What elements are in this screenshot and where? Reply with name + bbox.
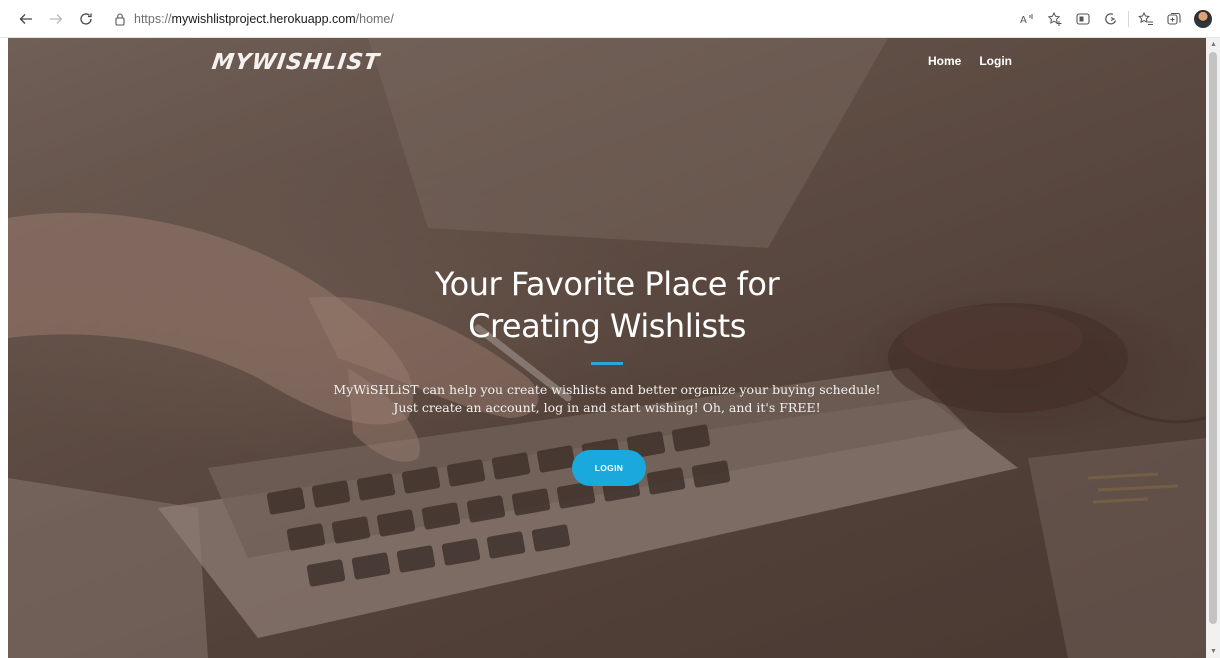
address-bar[interactable]: https://mywishlistproject.herokuapp.com/… <box>102 6 992 32</box>
favorites-bar-icon[interactable] <box>1132 9 1160 29</box>
url-text: https://mywishlistproject.herokuapp.com/… <box>134 12 394 26</box>
url-path: /home/ <box>355 12 394 26</box>
split-screen-icon[interactable] <box>1069 9 1097 29</box>
url-prefix: https:// <box>134 12 172 26</box>
browser-toolbar-icons: A <box>1013 9 1212 29</box>
browser-toolbar: https://mywishlistproject.herokuapp.com/… <box>0 0 1220 38</box>
scroll-up-arrow-icon[interactable]: ▲ <box>1210 41 1217 48</box>
hero-subtitle-line1: MyWiSHLiST can help you create wishlists… <box>333 382 881 397</box>
nav-home-link[interactable]: Home <box>928 54 961 68</box>
hero-subtitle-line2: Just create an account, log in and start… <box>393 400 821 415</box>
collections-icon[interactable] <box>1160 9 1188 29</box>
browser-essentials-icon[interactable] <box>1097 9 1125 29</box>
profile-avatar[interactable] <box>1194 10 1212 28</box>
lock-icon[interactable] <box>114 12 126 26</box>
page-scrollbar[interactable]: ▲ ▼ <box>1206 38 1220 658</box>
reload-icon[interactable] <box>76 9 96 29</box>
forward-icon[interactable] <box>46 9 66 29</box>
nav-login-link[interactable]: Login <box>979 54 1012 68</box>
site-nav: Home Login <box>928 54 1012 68</box>
favorites-icon[interactable] <box>1041 9 1069 29</box>
hero-subtitle: MyWiSHLiST can help you create wishlists… <box>8 381 1206 417</box>
page-viewport: MYWISHLIST Home Login Your Favorite Plac… <box>8 38 1206 658</box>
hero-title-line2: Creating Wishlists <box>468 307 746 345</box>
toolbar-separator <box>1128 11 1129 27</box>
hero-title-line1: Your Favorite Place for <box>434 265 780 303</box>
url-host: mywishlistproject.herokuapp.com <box>171 12 356 26</box>
read-aloud-icon[interactable]: A <box>1013 9 1041 29</box>
hero-overlay <box>8 38 1206 658</box>
scrollbar-thumb[interactable] <box>1209 52 1217 624</box>
scroll-down-arrow-icon[interactable]: ▼ <box>1210 648 1217 655</box>
site-logo[interactable]: MYWISHLIST <box>210 50 381 75</box>
hero-title: Your Favorite Place for Creating Wishlis… <box>8 263 1206 347</box>
login-button[interactable]: LOGIN <box>572 450 646 486</box>
hero-divider <box>591 362 623 365</box>
back-icon[interactable] <box>16 9 36 29</box>
svg-text:A: A <box>1020 15 1027 26</box>
